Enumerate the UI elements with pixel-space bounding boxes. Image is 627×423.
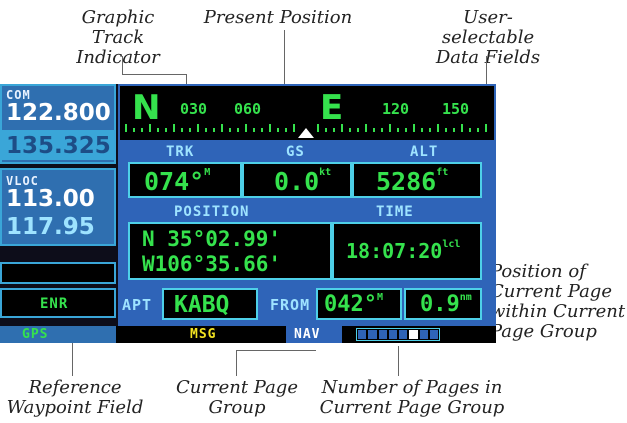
blank-panel bbox=[0, 262, 116, 284]
bearing-value: 042°M bbox=[324, 292, 384, 317]
main-panel: N 030 060 E 120 150 TRK GS ALT 074°M 0.0… bbox=[118, 84, 496, 326]
latitude-value: N 35°02.99' bbox=[142, 227, 282, 251]
page-marker bbox=[388, 330, 397, 339]
com-standby-frequency: 135.325 bbox=[6, 133, 111, 159]
apt-label: APT bbox=[122, 296, 153, 314]
mode-label: ENR bbox=[40, 296, 69, 312]
trk-value: 074°M bbox=[144, 167, 211, 196]
current-page-marker bbox=[409, 330, 418, 339]
alt-field[interactable]: 5286ft bbox=[352, 162, 482, 198]
leader-line-group bbox=[236, 350, 237, 376]
trk-label: TRK bbox=[166, 144, 195, 160]
msg-annunciator[interactable]: MSG bbox=[190, 327, 216, 342]
leader-line-numpages bbox=[398, 346, 399, 376]
time-value: 18:07:20lcl bbox=[346, 239, 461, 263]
time-label: TIME bbox=[376, 204, 414, 220]
enr-panel: ENR bbox=[0, 288, 116, 318]
distance-value: 0.9nm bbox=[420, 292, 472, 317]
page-marker bbox=[399, 330, 408, 339]
position-label: POSITION bbox=[174, 204, 250, 220]
vloc-standby-frequency[interactable]: 117.95 bbox=[6, 214, 95, 240]
callout-position-of-current-page: Position of Current Page within Current … bbox=[490, 261, 626, 342]
page-marker bbox=[419, 330, 428, 339]
page-marker bbox=[378, 330, 387, 339]
bearing-field[interactable]: 042°M bbox=[316, 288, 402, 320]
current-page-group[interactable]: NAV bbox=[286, 326, 342, 343]
page-marker bbox=[429, 330, 438, 339]
callout-number-of-pages: Number of Pages in Current Page Group bbox=[319, 377, 505, 418]
vloc-panel: VLOC 113.00 117.95 bbox=[0, 168, 116, 246]
leader-line-track-h bbox=[122, 74, 186, 75]
page-marker bbox=[368, 330, 377, 339]
com-standby-box[interactable]: 135.325 bbox=[2, 130, 114, 160]
gs-field[interactable]: 0.0kt bbox=[242, 162, 352, 198]
callout-present-position: Present Position bbox=[203, 7, 353, 28]
callout-graphic-track-indicator: Graphic Track Indicator bbox=[76, 7, 160, 68]
callout-reference-waypoint-field: Reference Waypoint Field bbox=[6, 377, 144, 418]
com-active-frequency[interactable]: 122.800 bbox=[6, 100, 111, 126]
trk-field[interactable]: 074°M bbox=[128, 162, 242, 198]
callout-current-page-group: Current Page Group bbox=[176, 377, 298, 418]
leader-line-group-h bbox=[236, 350, 316, 351]
gs-value: 0.0kt bbox=[274, 167, 332, 196]
vloc-active-frequency[interactable]: 113.00 bbox=[6, 186, 95, 212]
callout-user-selectable-data-fields: User-selectable Data Fields bbox=[435, 7, 541, 68]
reference-waypoint-field[interactable]: KABQ bbox=[162, 288, 258, 320]
compass-tick-scale bbox=[125, 124, 487, 138]
gps-label: GPS bbox=[22, 327, 49, 342]
leader-line-track bbox=[122, 56, 123, 74]
page-indicator bbox=[356, 328, 440, 341]
waypoint-value: KABQ bbox=[174, 292, 230, 318]
time-field[interactable]: 18:07:20lcl bbox=[332, 222, 482, 280]
gs-label: GS bbox=[286, 144, 305, 160]
com-panel: COM 122.800 135.325 bbox=[0, 84, 116, 164]
position-field[interactable]: N 35°02.99' W106°35.66' bbox=[128, 222, 332, 280]
longitude-value: W106°35.66' bbox=[142, 252, 282, 276]
gps-screen: COM 122.800 135.325 VLOC 113.00 117.95 E… bbox=[0, 84, 496, 343]
status-bar: GPS MSG NAV bbox=[0, 326, 496, 343]
graphic-track-indicator: N 030 060 E 120 150 bbox=[120, 86, 494, 140]
nav-group-label: NAV bbox=[294, 327, 321, 342]
track-pointer-icon bbox=[298, 128, 314, 138]
gps-status: GPS bbox=[0, 326, 116, 343]
distance-field[interactable]: 0.9nm bbox=[404, 288, 482, 320]
alt-value: 5286ft bbox=[376, 167, 449, 196]
from-label: FROM bbox=[270, 296, 311, 314]
page-marker bbox=[358, 330, 367, 339]
alt-label: ALT bbox=[410, 144, 439, 160]
